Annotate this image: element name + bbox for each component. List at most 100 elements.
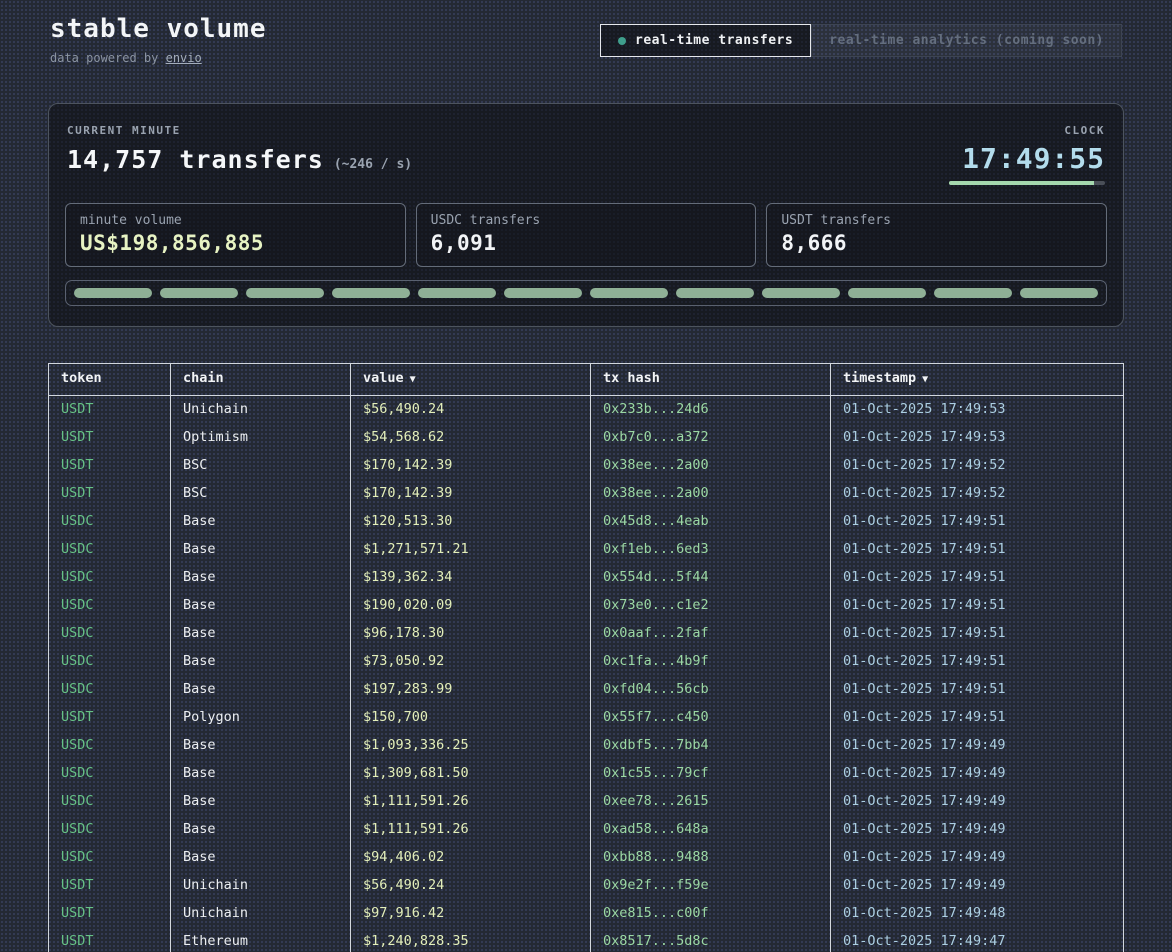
token-cell: USDC xyxy=(49,816,171,844)
timestamp-cell: 01-Oct-2025 17:49:49 xyxy=(831,816,1123,844)
tx-hash-link[interactable]: 0xfd04...56cb xyxy=(591,676,831,704)
segment-pill xyxy=(676,288,754,298)
stat-value-usdc-transfers: 6,091 xyxy=(431,231,742,255)
column-header-hash[interactable]: tx hash xyxy=(591,364,831,396)
table-row: USDTUnichain$97,916.420xe815...c00f01-Oc… xyxy=(49,900,1123,928)
timestamp-cell: 01-Oct-2025 17:49:52 xyxy=(831,480,1123,508)
value-cell: $94,406.02 xyxy=(351,844,591,872)
stat-usdt-transfers: USDT transfers 8,666 xyxy=(766,203,1107,267)
tx-hash-link[interactable]: 0x9e2f...f59e xyxy=(591,872,831,900)
current-minute-panel: CURRENT MINUTE 14,757 transfers (~246 / … xyxy=(48,103,1124,327)
chain-cell: Polygon xyxy=(171,704,351,732)
chain-cell: BSC xyxy=(171,452,351,480)
timestamp-cell: 01-Oct-2025 17:49:48 xyxy=(831,900,1123,928)
tx-hash-link[interactable]: 0x38ee...2a00 xyxy=(591,480,831,508)
value-cell: $1,111,591.26 xyxy=(351,788,591,816)
tx-hash-link[interactable]: 0x8517...5d8c xyxy=(591,928,831,952)
token-cell: USDC xyxy=(49,676,171,704)
chain-cell: Base xyxy=(171,508,351,536)
transfers-table: tokenchainvalue▼tx hashtimestamp▼ USDTUn… xyxy=(48,363,1124,952)
value-cell: $120,513.30 xyxy=(351,508,591,536)
timestamp-cell: 01-Oct-2025 17:49:47 xyxy=(831,928,1123,952)
token-cell: USDT xyxy=(49,480,171,508)
table-row: USDCBase$73,050.920xc1fa...4b9f01-Oct-20… xyxy=(49,648,1123,676)
tab-real-time-analytics[interactable]: real-time analytics (coming soon) xyxy=(811,24,1122,57)
segment-pill xyxy=(1020,288,1098,298)
table-row: USDCBase$120,513.300x45d8...4eab01-Oct-2… xyxy=(49,508,1123,536)
tab-real-time-transfers[interactable]: real-time transfers xyxy=(600,24,811,57)
token-cell: USDC xyxy=(49,732,171,760)
tx-hash-link[interactable]: 0x233b...24d6 xyxy=(591,396,831,424)
minute-segment-bar xyxy=(65,280,1107,306)
envio-link[interactable]: envio xyxy=(166,51,202,65)
token-cell: USDT xyxy=(49,704,171,732)
column-header-time[interactable]: timestamp▼ xyxy=(831,364,1123,396)
timestamp-cell: 01-Oct-2025 17:49:51 xyxy=(831,620,1123,648)
transfer-rate: (~246 / s) xyxy=(334,157,412,172)
tx-hash-link[interactable]: 0x554d...5f44 xyxy=(591,564,831,592)
tab-label: real-time transfers xyxy=(635,33,793,48)
value-cell: $56,490.24 xyxy=(351,396,591,424)
table-row: USDTUnichain$56,490.240x233b...24d601-Oc… xyxy=(49,396,1123,424)
timestamp-cell: 01-Oct-2025 17:49:51 xyxy=(831,536,1123,564)
segment-pill xyxy=(934,288,1012,298)
tx-hash-link[interactable]: 0xb7c0...a372 xyxy=(591,424,831,452)
tx-hash-link[interactable]: 0xee78...2615 xyxy=(591,788,831,816)
chain-cell: Unichain xyxy=(171,900,351,928)
column-header-chain[interactable]: chain xyxy=(171,364,351,396)
table-row: USDTPolygon$150,7000x55f7...c45001-Oct-2… xyxy=(49,704,1123,732)
tx-hash-link[interactable]: 0xe815...c00f xyxy=(591,900,831,928)
tx-hash-link[interactable]: 0x1c55...79cf xyxy=(591,760,831,788)
tx-hash-link[interactable]: 0x55f7...c450 xyxy=(591,704,831,732)
tab-bar: real-time transfers real-time analytics (… xyxy=(600,24,1122,57)
stats-row: minute volumeUS$198,856,885USDC transfer… xyxy=(65,203,1107,267)
chain-cell: Base xyxy=(171,732,351,760)
token-cell: USDC xyxy=(49,844,171,872)
timestamp-cell: 01-Oct-2025 17:49:49 xyxy=(831,872,1123,900)
timestamp-cell: 01-Oct-2025 17:49:53 xyxy=(831,424,1123,452)
page: stable volume data powered by envio real… xyxy=(0,0,1172,952)
segment-pill xyxy=(246,288,324,298)
table-row: USDTBSC$170,142.390x38ee...2a0001-Oct-20… xyxy=(49,480,1123,508)
stat-value-usdt-transfers: 8,666 xyxy=(781,231,1092,255)
current-minute-label: CURRENT MINUTE xyxy=(67,124,412,137)
segment-pill xyxy=(332,288,410,298)
timestamp-cell: 01-Oct-2025 17:49:49 xyxy=(831,732,1123,760)
token-cell: USDC xyxy=(49,620,171,648)
transfers-summary: CURRENT MINUTE 14,757 transfers (~246 / … xyxy=(67,124,412,174)
table-row: USDCBase$94,406.020xbb88...948801-Oct-20… xyxy=(49,844,1123,872)
segment-pill xyxy=(590,288,668,298)
chain-cell: Unichain xyxy=(171,396,351,424)
table-row: USDCBase$190,020.090x73e0...c1e201-Oct-2… xyxy=(49,592,1123,620)
stat-label-usdt-transfers: USDT transfers xyxy=(781,213,1092,228)
column-header-token[interactable]: token xyxy=(49,364,171,396)
tx-hash-link[interactable]: 0xc1fa...4b9f xyxy=(591,648,831,676)
chain-cell: Unichain xyxy=(171,872,351,900)
tx-hash-link[interactable]: 0x73e0...c1e2 xyxy=(591,592,831,620)
token-cell: USDT xyxy=(49,872,171,900)
sort-desc-icon: ▼ xyxy=(922,374,928,385)
page-title: stable volume xyxy=(50,14,267,44)
tab-label: real-time analytics (coming soon) xyxy=(829,33,1104,48)
subtitle: data powered by envio xyxy=(50,51,267,65)
value-cell: $150,700 xyxy=(351,704,591,732)
clock-time: 17:49:55 xyxy=(949,142,1105,175)
value-cell: $1,093,336.25 xyxy=(351,732,591,760)
value-cell: $97,916.42 xyxy=(351,900,591,928)
tx-hash-link[interactable]: 0x45d8...4eab xyxy=(591,508,831,536)
token-cell: USDC xyxy=(49,536,171,564)
tx-hash-link[interactable]: 0xbb88...9488 xyxy=(591,844,831,872)
clock-progress-bar xyxy=(949,181,1105,185)
table-body: USDTUnichain$56,490.240x233b...24d601-Oc… xyxy=(49,396,1123,952)
tx-hash-link[interactable]: 0x38ee...2a00 xyxy=(591,452,831,480)
value-cell: $170,142.39 xyxy=(351,452,591,480)
column-header-value[interactable]: value▼ xyxy=(351,364,591,396)
tx-hash-link[interactable]: 0xdbf5...7bb4 xyxy=(591,732,831,760)
tx-hash-link[interactable]: 0xf1eb...6ed3 xyxy=(591,536,831,564)
tx-hash-link[interactable]: 0xad58...648a xyxy=(591,816,831,844)
chain-cell: Base xyxy=(171,844,351,872)
tx-hash-link[interactable]: 0x0aaf...2faf xyxy=(591,620,831,648)
stat-label-minute-volume: minute volume xyxy=(80,213,391,228)
chain-cell: Ethereum xyxy=(171,928,351,952)
token-cell: USDC xyxy=(49,760,171,788)
